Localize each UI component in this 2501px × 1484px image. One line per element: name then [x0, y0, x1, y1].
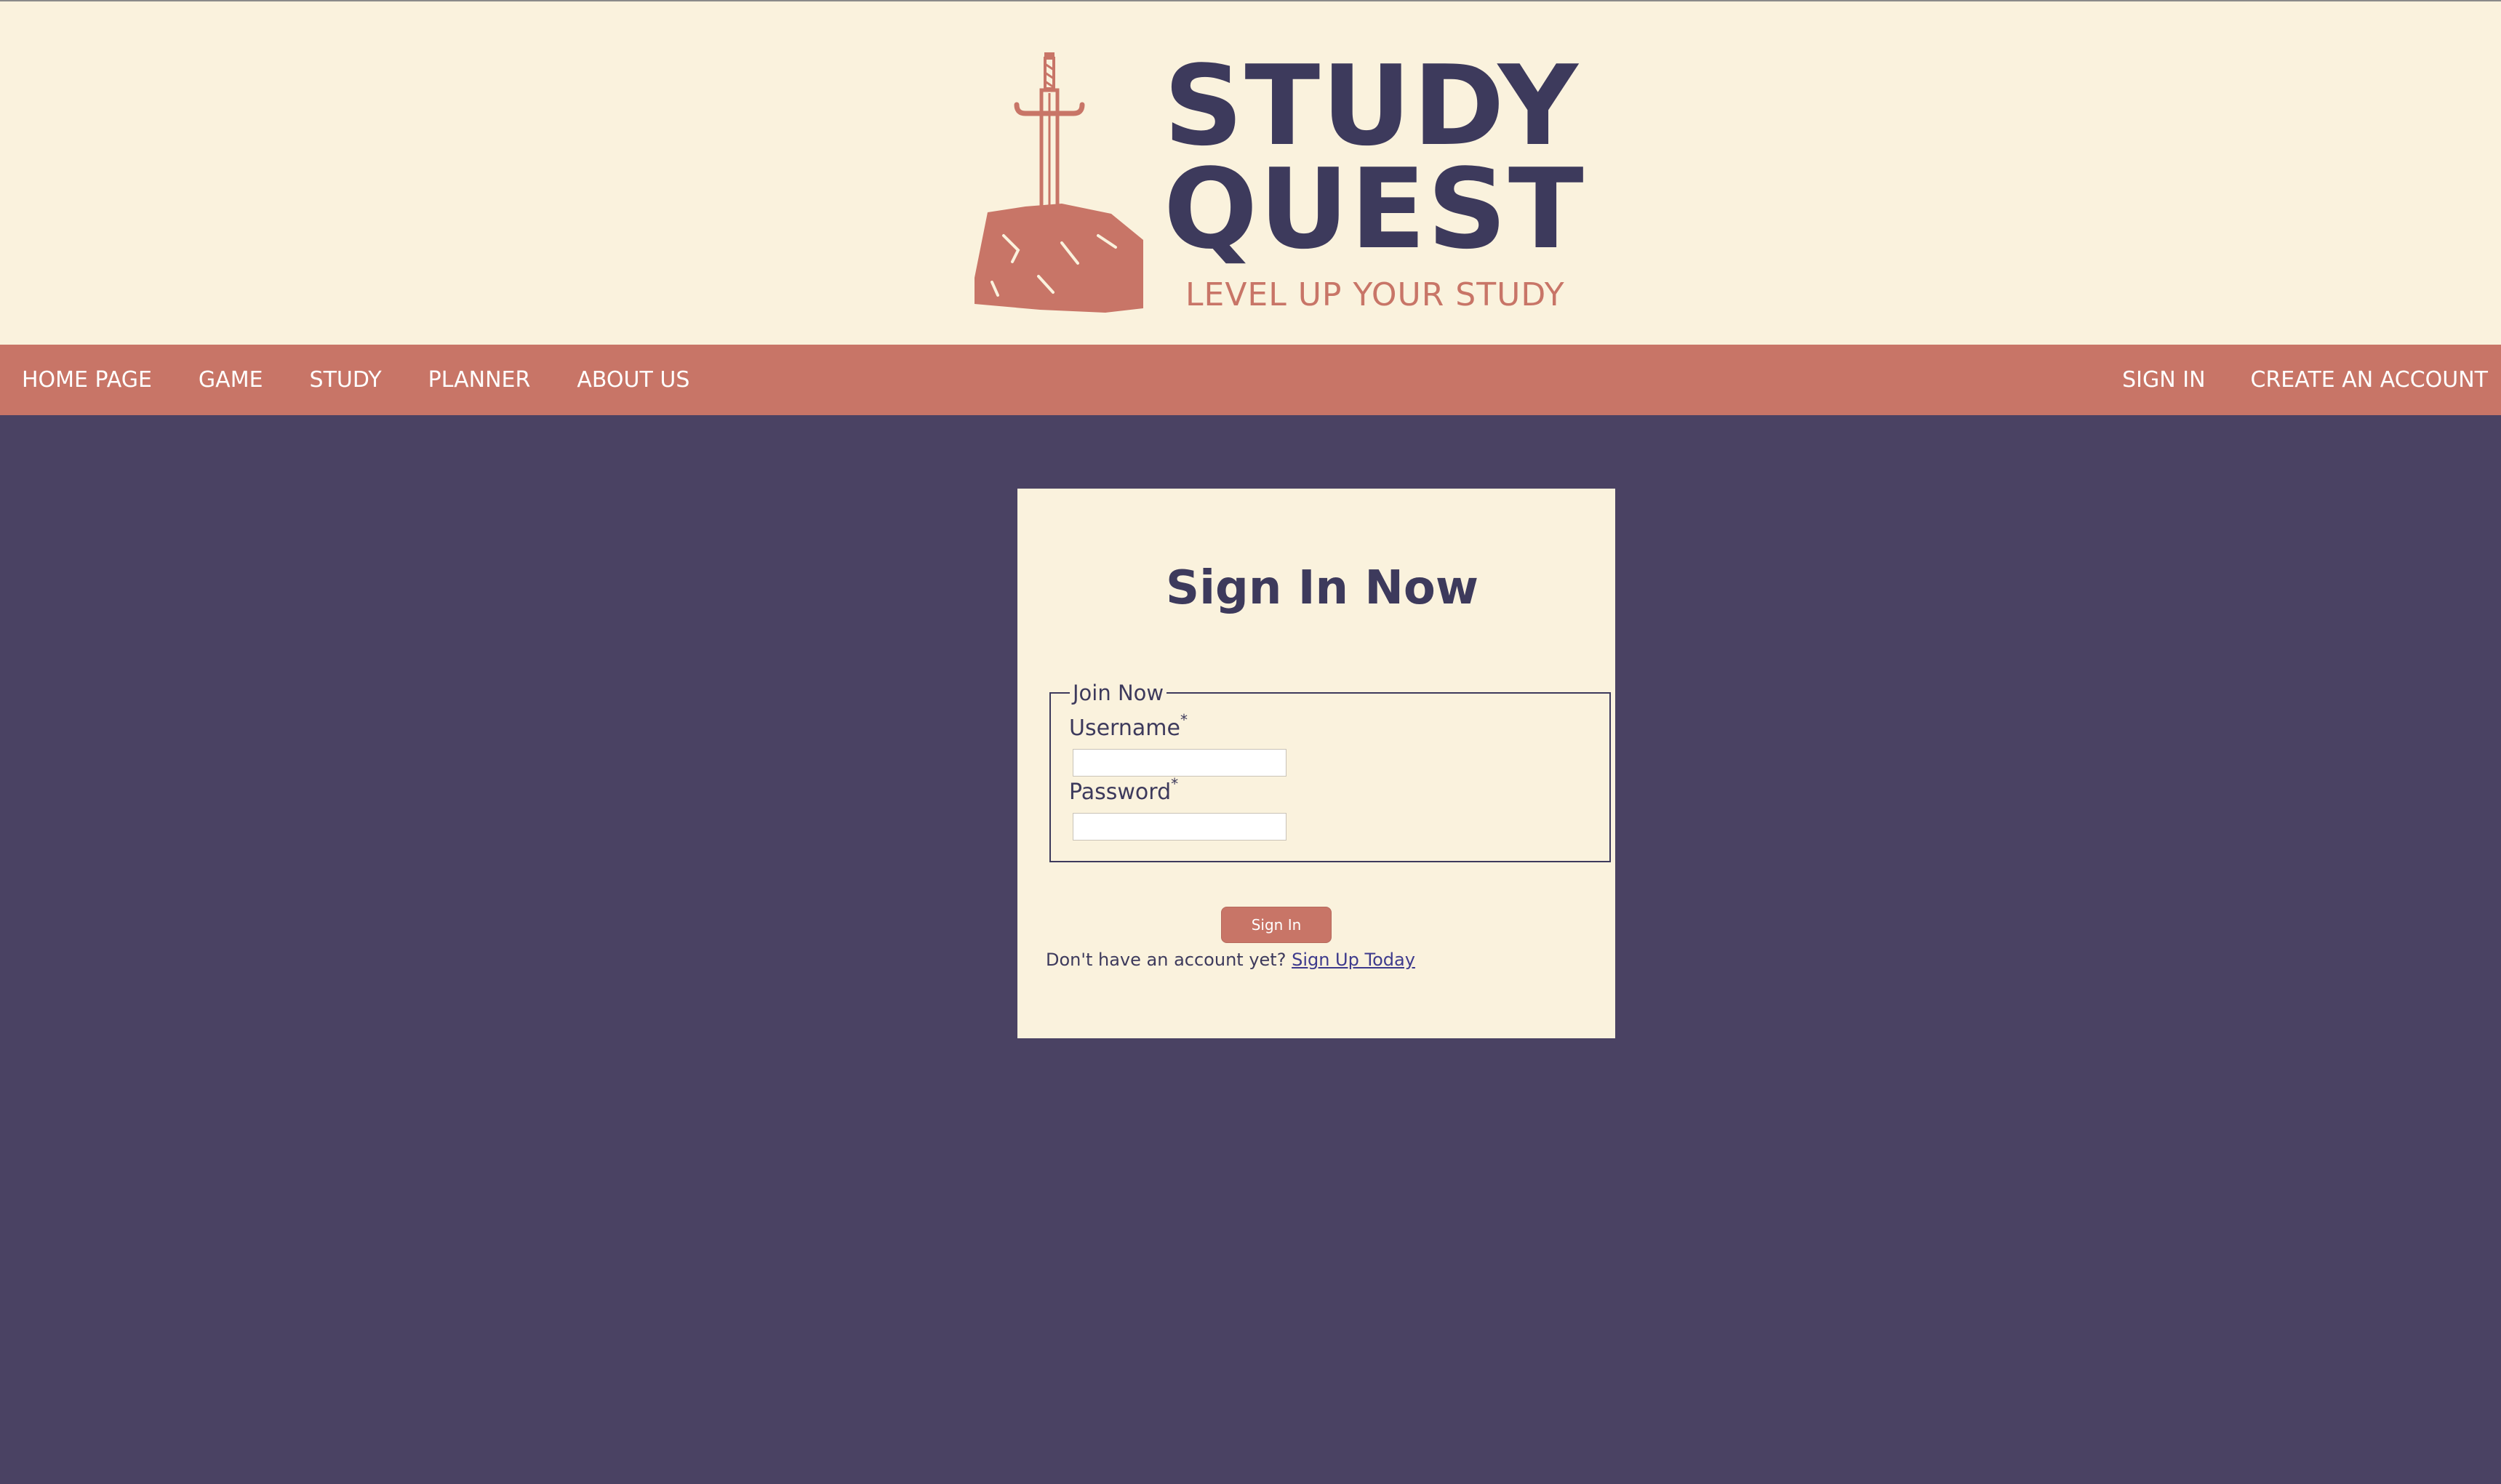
logo-tagline: LEVEL UP YOUR STUDY	[1185, 276, 1565, 313]
nav-create-account[interactable]: CREATE AN ACCOUNT	[2251, 367, 2488, 393]
site-header: STUDY QUEST LEVEL UP YOUR STUDY	[0, 0, 2501, 345]
username-label-text: Username	[1069, 715, 1180, 741]
site-logo[interactable]: STUDY QUEST LEVEL UP YOUR STUDY	[953, 45, 1584, 321]
password-input[interactable]	[1073, 813, 1286, 841]
join-now-fieldset: Join Now Username* Password*	[1049, 681, 1611, 862]
logo-word-quest: QUEST	[1164, 145, 1585, 273]
fieldset-legend: Join Now	[1070, 681, 1167, 705]
nav-planner[interactable]: PLANNER	[428, 367, 531, 393]
username-input[interactable]	[1073, 749, 1286, 777]
nav-sign-in[interactable]: SIGN IN	[2122, 367, 2205, 393]
required-marker: *	[1171, 775, 1179, 793]
signup-prompt-text: Don't have an account yet?	[1046, 950, 1286, 970]
password-label-text: Password	[1069, 779, 1172, 805]
sign-up-link[interactable]: Sign Up Today	[1292, 950, 1415, 970]
nav-home-page[interactable]: HOME PAGE	[22, 367, 152, 393]
password-label: Password*	[1069, 775, 1178, 805]
nav-right-group: SIGN IN CREATE AN ACCOUNT	[2077, 345, 2488, 415]
signup-prompt: Don't have an account yet? Sign Up Today	[1046, 950, 1415, 970]
sign-in-card: Sign In Now Join Now Username* Password*…	[1017, 489, 1615, 1038]
sign-in-button[interactable]: Sign In	[1221, 907, 1332, 943]
nav-left-group: HOME PAGE GAME STUDY PLANNER ABOUT US	[22, 345, 736, 415]
username-label: Username*	[1069, 711, 1188, 741]
main-navigation: HOME PAGE GAME STUDY PLANNER ABOUT US SI…	[0, 345, 2501, 415]
sword-in-stone-icon	[975, 52, 1143, 313]
required-marker: *	[1180, 711, 1188, 729]
nav-study[interactable]: STUDY	[310, 367, 382, 393]
nav-game[interactable]: GAME	[199, 367, 263, 393]
page-title: Sign In Now	[1166, 561, 1478, 615]
nav-about-us[interactable]: ABOUT US	[577, 367, 689, 393]
